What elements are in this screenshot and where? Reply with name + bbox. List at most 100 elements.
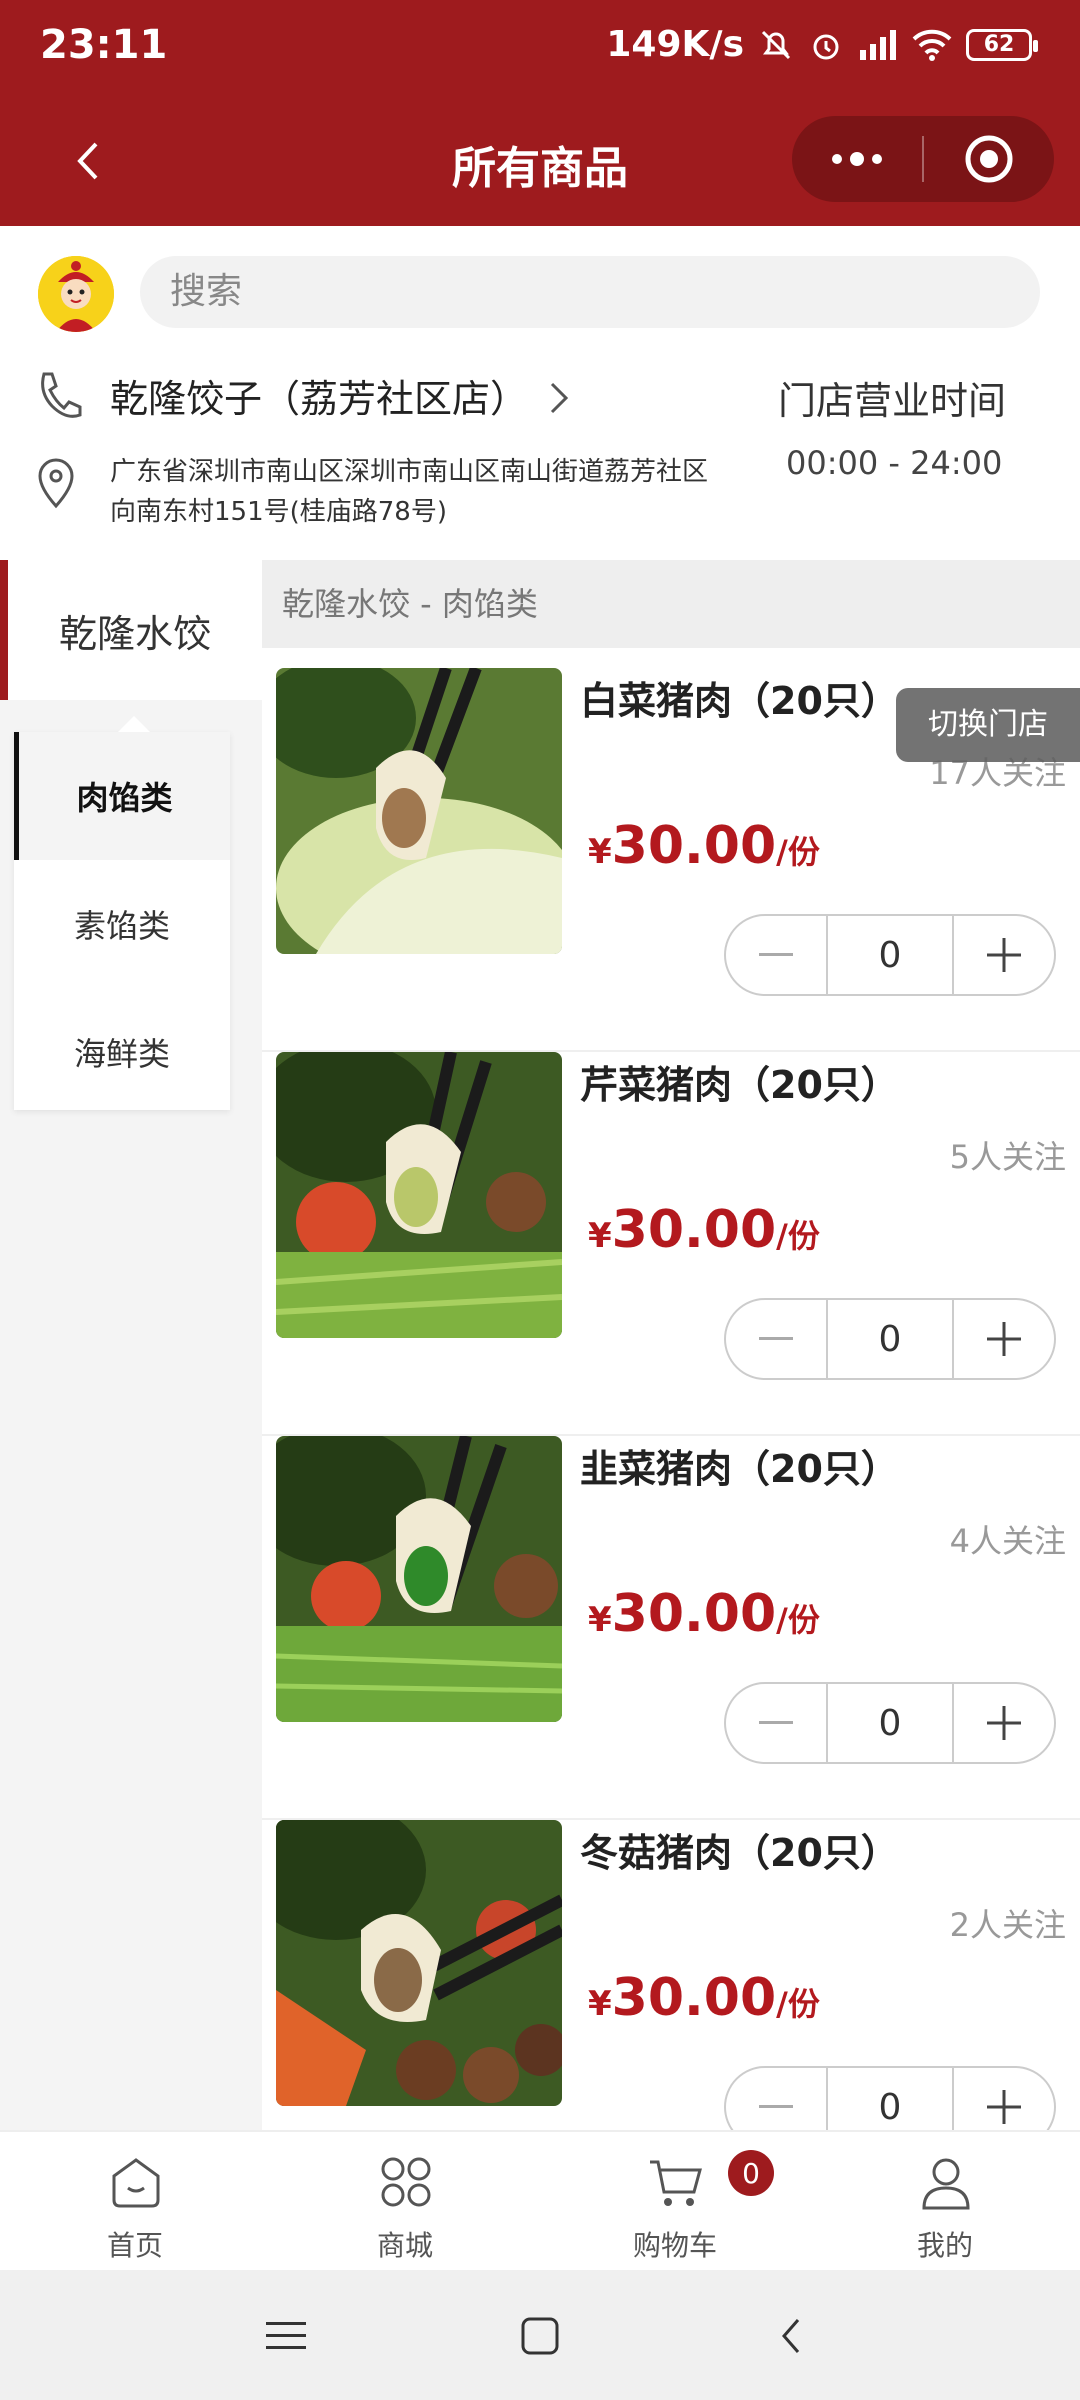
cart-count-badge: 0 (728, 2150, 774, 2196)
menu-icon (266, 2322, 306, 2349)
product-image[interactable] (276, 1436, 562, 1722)
alarm-icon (813, 34, 839, 59)
net-speed: 149K/s (606, 24, 744, 65)
recent-apps-button[interactable] (252, 2300, 324, 2372)
user-icon (922, 2158, 970, 2210)
product-item[interactable]: 芹菜猪肉（20只） 5人关注 ¥30.00/份 0 (262, 1052, 1080, 1436)
store-name[interactable]: 乾隆饺子（荔芳社区店） (110, 368, 528, 423)
product-image[interactable] (276, 668, 562, 954)
category-header: 乾隆水饺 - 肉馅类 (262, 560, 1080, 648)
tab-mine[interactable]: 我的 (810, 2132, 1080, 2272)
signal-icon (860, 29, 896, 60)
system-back-button[interactable] (756, 2300, 828, 2372)
more-button[interactable] (792, 116, 922, 202)
product-price: ¥30.00/份 (588, 1584, 820, 1644)
product-image[interactable] (276, 1820, 562, 2106)
chevron-right-icon[interactable] (548, 378, 572, 418)
product-item[interactable]: 冬菇猪肉（20只） 2人关注 ¥30.00/份 0 (262, 1820, 1080, 2130)
plus-icon (987, 2090, 1021, 2124)
product-price: ¥30.00/份 (588, 1200, 820, 1260)
quantity-value[interactable]: 0 (826, 1300, 954, 1378)
price-value: 30.00 (611, 1584, 777, 1644)
increase-button[interactable] (954, 1684, 1054, 1762)
category-sidebar: 乾隆水饺 肉馅类 素馅类 海鲜类 (0, 560, 262, 2130)
quantity-value[interactable]: 0 (826, 916, 954, 994)
system-nav-bar (0, 2270, 1080, 2400)
quantity-stepper: 0 (724, 914, 1056, 996)
home-button[interactable] (504, 2300, 576, 2372)
tab-mall[interactable]: 商城 (270, 2132, 540, 2272)
quantity-value[interactable]: 0 (826, 2068, 954, 2130)
product-followers: 2人关注 (949, 1906, 1066, 1944)
product-item[interactable]: 韭菜猪肉（20只） 4人关注 ¥30.00/份 0 (262, 1436, 1080, 1820)
tab-home[interactable]: 首页 (0, 2132, 270, 2272)
plus-icon (987, 1322, 1021, 1356)
price-unit: /份 (776, 1985, 820, 2023)
grid-icon (381, 2157, 431, 2207)
increase-button[interactable] (954, 2068, 1054, 2130)
cart-icon (650, 2160, 702, 2206)
product-followers: 4人关注 (949, 1522, 1066, 1560)
subcategory-seafood[interactable]: 海鲜类 (14, 988, 230, 1116)
decrease-button[interactable] (726, 1684, 826, 1762)
search-input[interactable]: 搜索 (140, 256, 1040, 328)
dumpling-mushroom-image (276, 1820, 562, 2106)
category-brand[interactable]: 乾隆水饺 (0, 560, 262, 700)
subcategory-meat[interactable]: 肉馅类 (14, 732, 230, 860)
phone-icon[interactable] (36, 370, 82, 420)
more-dots-icon (832, 152, 882, 166)
quantity-stepper: 0 (724, 1682, 1056, 1764)
subcategory-caret (118, 716, 150, 732)
product-name: 芹菜猪肉（20只） (580, 1063, 899, 1107)
wifi-icon (912, 29, 952, 61)
tab-label: 购物车 (632, 2229, 717, 2262)
product-image[interactable] (276, 1052, 562, 1338)
product-name: 白菜猪肉（20只） (580, 679, 899, 723)
subcategory-vegetable[interactable]: 素馅类 (14, 860, 230, 988)
decrease-button[interactable] (726, 916, 826, 994)
target-icon (965, 135, 1013, 183)
price-value: 30.00 (611, 1200, 777, 1260)
product-name: 冬菇猪肉（20只） (580, 1831, 899, 1875)
store-info: 乾隆饺子（荔芳社区店） 广东省深圳市南山区深圳市南山区南山街道荔芳社区向南东村1… (0, 356, 1080, 560)
product-list: 乾隆水饺 - 肉馅类 白菜猪肉（20只） 17人关注 ¥30.00/份 0 芹菜… (262, 560, 1080, 2130)
minus-icon (759, 2105, 793, 2108)
switch-store-button[interactable]: 切换门店 (896, 688, 1080, 762)
minus-icon (759, 1721, 793, 1724)
currency-symbol: ¥ (588, 1984, 612, 2024)
tab-label: 首页 (106, 2229, 163, 2262)
store-address: 广东省深圳市南山区深圳市南山区南山街道荔芳社区向南东村151号(桂庙路78号) (110, 457, 709, 527)
back-triangle-icon (782, 2319, 800, 2353)
increase-button[interactable] (954, 1300, 1054, 1378)
decrease-button[interactable] (726, 2068, 826, 2130)
dumpling-celery-image (276, 1052, 562, 1338)
dumpling-cabbage-image (276, 668, 562, 954)
decrease-button[interactable] (726, 1300, 826, 1378)
quantity-stepper: 0 (724, 1298, 1056, 1380)
status-indicators: 149K/s 62 (606, 24, 1038, 65)
increase-button[interactable] (954, 916, 1054, 994)
mascot-icon (38, 256, 114, 332)
price-value: 30.00 (611, 816, 777, 876)
currency-symbol: ¥ (588, 832, 612, 872)
subcategory-list: 肉馅类 素馅类 海鲜类 (14, 716, 230, 1110)
battery-icon: 62 (966, 28, 1038, 61)
brand-avatar[interactable] (38, 256, 114, 332)
mini-program-capsule (792, 116, 1054, 202)
minus-icon (759, 1337, 793, 1340)
price-value: 30.00 (611, 1968, 777, 2028)
status-bar: 23:11 149K/s 62 (0, 0, 1080, 96)
close-mini-program-button[interactable] (924, 116, 1054, 202)
hours-title: 门店营业时间 (778, 379, 1007, 423)
nav-bar: 所有商品 (0, 96, 1080, 226)
location-pin-icon (38, 458, 74, 509)
minus-icon (759, 953, 793, 956)
quantity-value[interactable]: 0 (826, 1684, 954, 1762)
price-unit: /份 (776, 833, 820, 871)
quantity-stepper: 0 (724, 2066, 1056, 2130)
currency-symbol: ¥ (588, 1216, 612, 1256)
hours-value: 00:00 - 24:00 (786, 444, 1003, 482)
square-icon (521, 2317, 559, 2355)
tab-cart[interactable]: 0 购物车 (540, 2132, 810, 2272)
plus-icon (987, 938, 1021, 972)
